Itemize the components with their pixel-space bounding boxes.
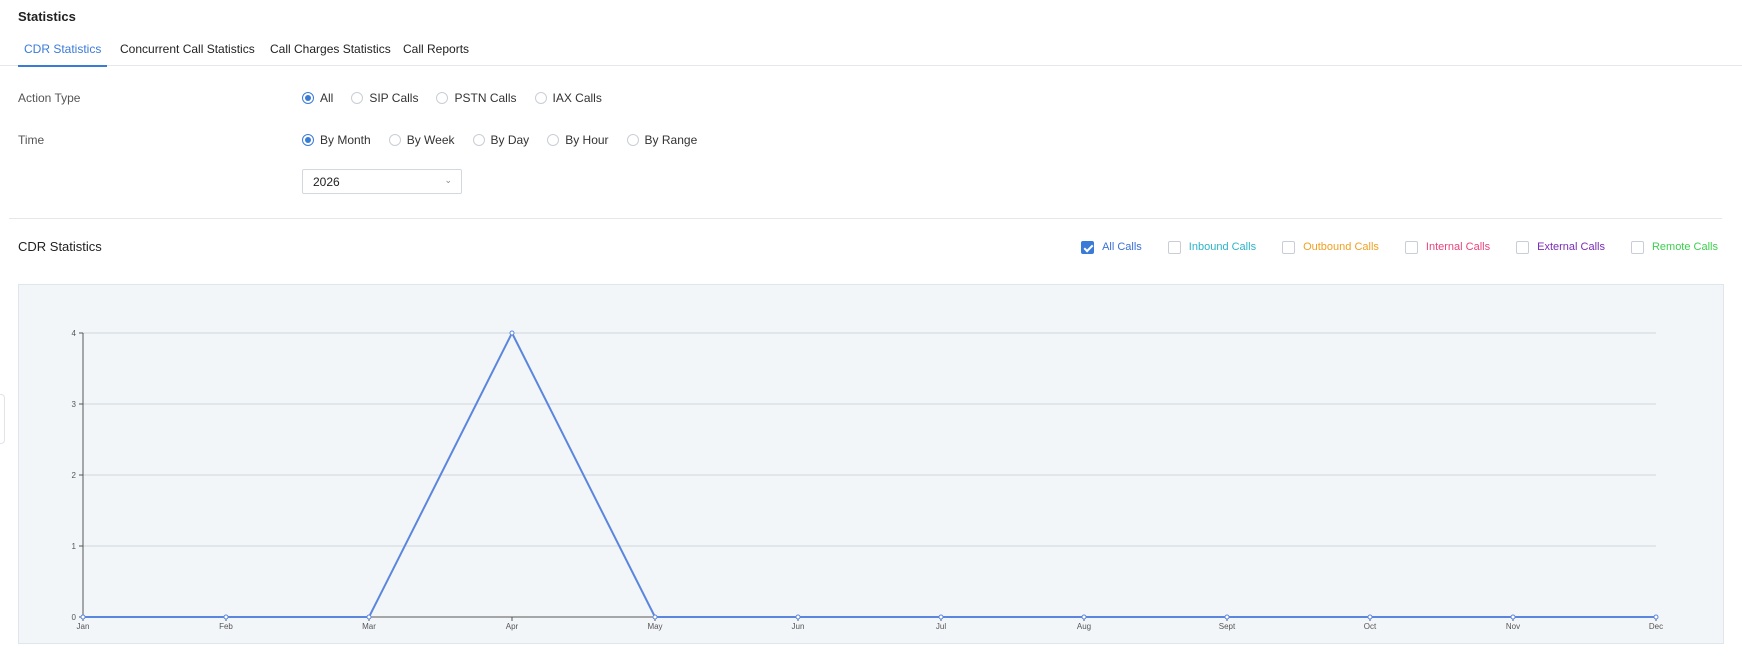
chart-legend: All Calls Inbound Calls Outbound Calls Inte… bbox=[1055, 239, 1718, 255]
x-tick-label: Feb bbox=[219, 622, 233, 631]
data-point bbox=[223, 614, 229, 620]
x-tick-label: Mar bbox=[362, 622, 376, 631]
data-point bbox=[1081, 614, 1087, 620]
legend-label: All Calls bbox=[1102, 241, 1142, 253]
x-tick-label: May bbox=[647, 622, 662, 631]
data-point bbox=[1653, 614, 1659, 620]
action-type-option-pstn-calls[interactable]: PSTN Calls bbox=[436, 91, 517, 105]
time-option-by-month[interactable]: By Month bbox=[302, 133, 371, 147]
section-divider bbox=[9, 218, 1722, 219]
legend-label: Internal Calls bbox=[1425, 241, 1491, 253]
radio-label: By Week bbox=[406, 133, 455, 147]
chevron-down-icon: ⌄ bbox=[444, 175, 452, 185]
y-tick-label: 0 bbox=[72, 613, 77, 622]
data-point bbox=[366, 614, 372, 620]
legend-checkbox[interactable] bbox=[1516, 240, 1530, 254]
radio-button[interactable] bbox=[472, 134, 485, 146]
action-type-radio-group: All SIP Calls PSTN Calls IAX Calls bbox=[302, 89, 620, 107]
y-tick-label: 2 bbox=[72, 471, 77, 480]
legend-checkbox[interactable] bbox=[1167, 240, 1181, 254]
x-tick-label: Jun bbox=[792, 622, 805, 631]
x-tick-label: Sept bbox=[1219, 622, 1236, 631]
legend-checkbox[interactable] bbox=[1282, 240, 1296, 254]
x-tick-label: Apr bbox=[506, 622, 519, 631]
legend-item-internal-calls[interactable]: Internal Calls bbox=[1404, 240, 1491, 254]
year-select[interactable]: 2026 ⌄ bbox=[302, 169, 462, 194]
y-tick-label: 4 bbox=[72, 329, 77, 338]
x-tick-label: Aug bbox=[1077, 622, 1091, 631]
year-select-value: 2026 bbox=[313, 175, 340, 189]
time-label: Time bbox=[18, 133, 45, 147]
time-option-by-week[interactable]: By Week bbox=[388, 133, 455, 147]
legend-item-all-calls[interactable]: All Calls bbox=[1081, 240, 1142, 254]
sidebar-collapse-handle[interactable] bbox=[0, 394, 5, 444]
radio-label: By Month bbox=[320, 133, 371, 147]
page-title: Statistics bbox=[18, 9, 76, 24]
radio-label: By Hour bbox=[565, 133, 609, 147]
legend-item-remote-calls[interactable]: Remote Calls bbox=[1630, 240, 1718, 254]
radio-button[interactable] bbox=[626, 134, 639, 146]
time-radio-group: By Month By Week By Day By Hour By Range bbox=[302, 131, 715, 149]
data-point bbox=[509, 330, 515, 336]
radio-button[interactable] bbox=[388, 134, 401, 146]
legend-item-external-calls[interactable]: External Calls bbox=[1516, 240, 1605, 254]
data-point bbox=[938, 614, 944, 620]
action-type-option-iax-calls[interactable]: IAX Calls bbox=[534, 91, 602, 105]
radio-button[interactable] bbox=[436, 92, 449, 104]
legend-checkbox[interactable] bbox=[1630, 240, 1644, 254]
time-option-by-day[interactable]: By Day bbox=[472, 133, 530, 147]
cdr-chart: 0 1 2 3 4 Jan Feb Mar Apr May Jun Jul Aug Sept Oct Nov D… bbox=[18, 284, 1724, 644]
tab-bar: CDR Statistics Concurrent Call Statistic… bbox=[0, 36, 1742, 67]
legend-checkbox[interactable] bbox=[1404, 240, 1418, 254]
radio-button[interactable] bbox=[547, 134, 560, 146]
data-point bbox=[1367, 614, 1373, 620]
radio-button[interactable] bbox=[302, 134, 314, 146]
tab-call-reports[interactable]: Call Reports bbox=[403, 42, 469, 66]
radio-label: PSTN Calls bbox=[454, 91, 517, 105]
action-type-option-sip-calls[interactable]: SIP Calls bbox=[351, 91, 418, 105]
data-point bbox=[652, 614, 658, 620]
tab-concurrent-call-statistics[interactable]: Concurrent Call Statistics bbox=[120, 42, 255, 66]
section-title: CDR Statistics bbox=[18, 239, 102, 254]
radio-label: By Range bbox=[644, 133, 698, 147]
x-tick-label: Oct bbox=[1364, 622, 1377, 631]
x-tick-label: Jan bbox=[77, 622, 90, 631]
legend-label: Remote Calls bbox=[1651, 241, 1718, 253]
x-tick-label: Nov bbox=[1506, 622, 1520, 631]
action-type-label: Action Type bbox=[18, 91, 81, 105]
data-point bbox=[1224, 614, 1230, 620]
legend-item-outbound-calls[interactable]: Outbound Calls bbox=[1282, 240, 1379, 254]
legend-item-inbound-calls[interactable]: Inbound Calls bbox=[1167, 240, 1257, 254]
radio-label: IAX Calls bbox=[552, 91, 602, 105]
y-tick-label: 1 bbox=[72, 542, 77, 551]
x-tick-label: Jul bbox=[936, 622, 946, 631]
data-point bbox=[1510, 614, 1516, 620]
radio-button[interactable] bbox=[351, 92, 364, 104]
legend-label: External Calls bbox=[1537, 241, 1605, 253]
time-option-by-range[interactable]: By Range bbox=[626, 133, 698, 147]
action-type-option-all[interactable]: All bbox=[302, 91, 333, 105]
legend-label: Outbound Calls bbox=[1303, 241, 1379, 253]
x-tick-label: Dec bbox=[1649, 622, 1663, 631]
legend-checkbox[interactable] bbox=[1081, 240, 1095, 254]
tab-cdr-statistics[interactable]: CDR Statistics bbox=[17, 42, 108, 67]
tab-call-charges-statistics[interactable]: Call Charges Statistics bbox=[270, 42, 391, 66]
radio-label: By Day bbox=[490, 133, 530, 147]
y-tick-label: 3 bbox=[72, 400, 77, 409]
radio-button[interactable] bbox=[534, 92, 547, 104]
radio-label: All bbox=[320, 91, 334, 105]
time-option-by-hour[interactable]: By Hour bbox=[547, 133, 609, 147]
data-point bbox=[80, 614, 86, 620]
chart-svg: 0 1 2 3 4 Jan Feb Mar Apr May Jun Jul Aug Sept Oct Nov D… bbox=[72, 329, 1664, 631]
data-point bbox=[795, 614, 801, 620]
radio-button[interactable] bbox=[302, 92, 314, 104]
legend-label: Inbound Calls bbox=[1188, 241, 1257, 253]
radio-label: SIP Calls bbox=[369, 91, 419, 105]
